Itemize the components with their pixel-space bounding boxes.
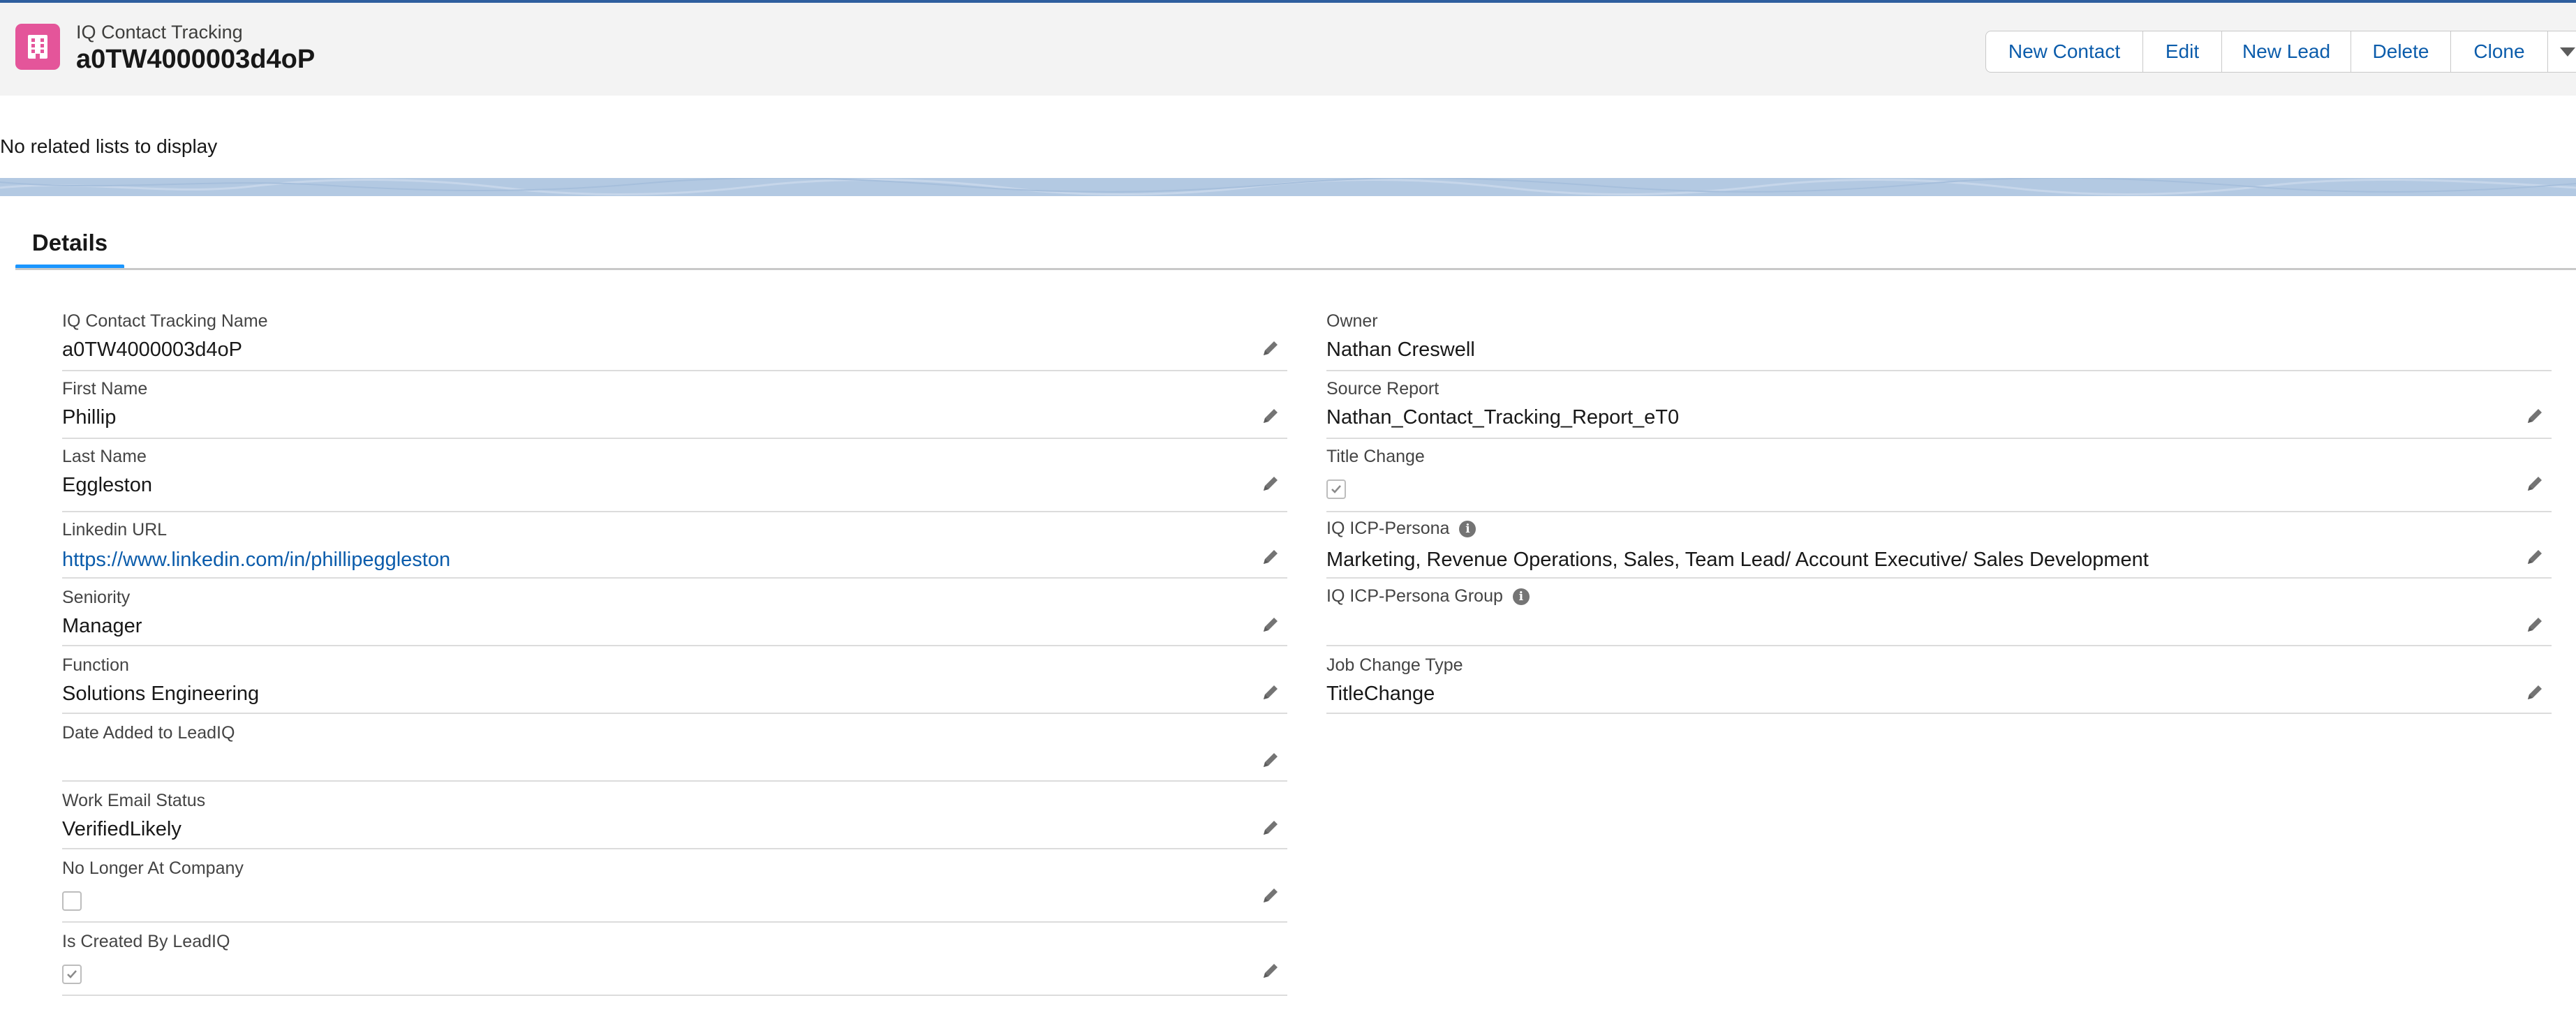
field-source-report: Source Report Nathan_Contact_Tracking_Re…: [1326, 375, 2552, 439]
pencil-icon[interactable]: [1261, 338, 1280, 358]
info-icon[interactable]: i: [1459, 521, 1476, 538]
pencil-icon[interactable]: [1261, 474, 1280, 493]
field-value: Marketing, Revenue Operations, Sales, Te…: [1326, 549, 2149, 571]
clone-button[interactable]: Clone: [2451, 31, 2548, 73]
field-value: Phillip: [62, 406, 117, 429]
pencil-icon[interactable]: [2525, 474, 2545, 493]
pencil-icon[interactable]: [1261, 615, 1280, 634]
field-value: Solutions Engineering: [62, 683, 260, 705]
pencil-icon[interactable]: [1261, 683, 1280, 702]
field-date-added-to-leadiq: Date Added to LeadIQ: [62, 717, 1287, 782]
field-label: IQ ICP-Persona i: [1326, 519, 1476, 539]
tab-bar: Details: [0, 196, 2576, 270]
field-value: Manager: [62, 615, 142, 637]
field-value: VerifiedLikely: [62, 818, 182, 840]
field-value: Nathan_Contact_Tracking_Report_eT0: [1326, 406, 1680, 429]
field-label: Owner: [1326, 311, 1378, 331]
field-value: a0TW4000003d4oP: [62, 338, 242, 361]
field-label: Date Added to LeadIQ: [62, 723, 235, 743]
field-label: Seniority: [62, 588, 131, 607]
field-is-created-by-leadiq: Is Created By LeadIQ: [62, 926, 1287, 996]
field-label: Function: [62, 655, 129, 675]
chevron-down-icon: [2560, 47, 2575, 57]
field-value: TitleChange: [1326, 683, 1435, 705]
tab-divider: [15, 268, 2576, 270]
field-job-change-type: Job Change Type TitleChange: [1326, 650, 2552, 714]
field-label: First Name: [62, 379, 148, 399]
pencil-icon[interactable]: [1261, 886, 1280, 905]
field-value: Eggleston: [62, 474, 152, 496]
pencil-icon[interactable]: [1261, 547, 1280, 567]
object-label: IQ Contact Tracking: [76, 22, 243, 43]
field-label: Job Change Type: [1326, 655, 1463, 675]
pencil-icon[interactable]: [1261, 406, 1280, 426]
field-function: Function Solutions Engineering: [62, 650, 1287, 714]
delete-button[interactable]: Delete: [2351, 31, 2451, 73]
no-longer-at-company-checkbox: [62, 891, 82, 911]
field-label: Source Report: [1326, 379, 1439, 399]
new-lead-button[interactable]: New Lead: [2222, 31, 2351, 73]
more-actions-button[interactable]: [2548, 31, 2576, 73]
pencil-icon[interactable]: [1261, 750, 1280, 770]
field-first-name: First Name Phillip: [62, 375, 1287, 439]
no-related-lists-text: No related lists to display: [0, 135, 218, 157]
field-label: Title Change: [1326, 447, 1425, 466]
tab-details[interactable]: Details: [15, 227, 124, 266]
field-title-change: Title Change: [1326, 442, 2552, 512]
field-owner: Owner Nathan Creswell: [1326, 307, 2552, 371]
edit-button[interactable]: Edit: [2143, 31, 2222, 73]
field-seniority: Seniority Manager: [62, 582, 1287, 646]
pencil-icon[interactable]: [2525, 406, 2545, 426]
action-button-group: New Contact Edit New Lead Delete Clone: [1985, 31, 2576, 73]
field-no-longer-at-company: No Longer At Company: [62, 853, 1287, 923]
field-iq-icp-persona-group: IQ ICP-Persona Group i: [1326, 582, 2552, 646]
field-label-text: IQ ICP-Persona: [1326, 519, 1450, 538]
field-label: IQ Contact Tracking Name: [62, 311, 268, 331]
pencil-icon[interactable]: [2525, 615, 2545, 634]
field-label: No Longer At Company: [62, 858, 244, 878]
pencil-icon[interactable]: [2525, 683, 2545, 702]
pencil-icon[interactable]: [1261, 818, 1280, 838]
building-icon: [15, 24, 60, 70]
field-label: Work Email Status: [62, 791, 206, 810]
info-icon[interactable]: i: [1512, 588, 1530, 606]
pencil-icon[interactable]: [2525, 547, 2545, 567]
owner-value[interactable]: Nathan Creswell: [1326, 338, 1475, 362]
field-label: Linkedin URL: [62, 520, 168, 540]
checkmark-icon: [67, 970, 77, 978]
decorative-band: [0, 178, 2576, 196]
new-contact-button[interactable]: New Contact: [1985, 31, 2143, 73]
linkedin-url-link[interactable]: https://www.linkedin.com/in/phillipeggle…: [62, 549, 450, 572]
field-label-text: IQ ICP-Persona Group: [1326, 586, 1503, 606]
field-iq-icp-persona: IQ ICP-Persona i Marketing, Revenue Opera…: [1326, 516, 2552, 579]
field-iq-contact-tracking-name: IQ Contact Tracking Name a0TW4000003d4oP: [62, 307, 1287, 371]
field-label: IQ ICP-Persona Group i: [1326, 586, 1530, 607]
pencil-icon[interactable]: [1261, 961, 1280, 981]
field-work-email-status: Work Email Status VerifiedLikely: [62, 785, 1287, 849]
record-title: a0TW4000003d4oP: [76, 45, 316, 74]
record-header: IQ Contact Tracking a0TW4000003d4oP New …: [0, 3, 2576, 96]
field-last-name: Last Name Eggleston: [62, 442, 1287, 512]
related-lists-panel: No related lists to display: [0, 96, 2576, 178]
checkmark-icon: [1331, 485, 1341, 493]
field-label: Is Created By LeadIQ: [62, 932, 230, 951]
title-change-checkbox: [1326, 479, 1346, 499]
field-linkedin-url: Linkedin URL https://www.linkedin.com/in…: [62, 516, 1287, 579]
is-created-by-leadiq-checkbox: [62, 965, 82, 984]
field-label: Last Name: [62, 447, 147, 466]
